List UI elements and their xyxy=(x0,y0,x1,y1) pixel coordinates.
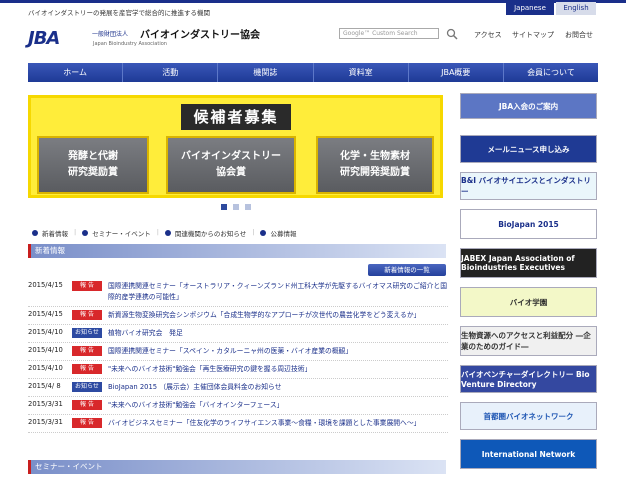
news-more-button[interactable]: 新着情報の一覧 xyxy=(368,264,446,276)
news-link[interactable]: BioJapan 2015 （展示会）主催団体会員料金のお知らせ xyxy=(108,382,448,393)
news-row[interactable]: 2015/4/ 8 お知らせ BioJapan 2015 （展示会）主催団体会員料金… xyxy=(28,379,448,397)
news-badge: お知らせ xyxy=(72,328,102,338)
news-link[interactable]: "未来へのバイオ技術"勉強会「バイオインターフェース」 xyxy=(108,400,448,411)
news-badge: お知らせ xyxy=(72,382,102,392)
news-row[interactable]: 2015/4/10 お知らせ 植物バイオ研究会 発足 xyxy=(28,325,448,343)
news-date: 2015/4/15 xyxy=(28,310,63,318)
award-banner[interactable]: 候補者募集 発酵と代謝 研究奨励賞 バイオインダストリー 協会賞 化学・生物素材… xyxy=(28,95,443,198)
tagline: バイオインダストリーの発展を産官学で総合的に推進する機関 xyxy=(28,9,210,17)
bullet-icon xyxy=(260,230,267,236)
news-row[interactable]: 2015/4/15 報 告新資源生物変換研究会シンポジウム「合成生物学的なアプロー… xyxy=(28,307,448,325)
award-bioindustry[interactable]: バイオインダストリー 協会賞 xyxy=(166,136,296,194)
award-fermentation[interactable]: 発酵と代謝 研究奨励賞 xyxy=(37,136,149,194)
sidebar-banner[interactable]: JBA入会のご案内 xyxy=(460,93,597,119)
jba-logo[interactable]: JBA xyxy=(28,28,60,49)
banner-title: 候補者募集 xyxy=(181,104,291,130)
org-name-en: Japan Bioindustry Association xyxy=(93,41,167,47)
news-badge: 報 告 xyxy=(72,281,102,291)
sidebar: JBA入会のご案内 メールニュース申し込み B&I バイオサイエンスとインダストリー… xyxy=(460,93,597,478)
nav-home[interactable]: ホーム xyxy=(28,63,124,82)
seminar-heading: セミナー・イベント xyxy=(28,460,446,474)
news-link[interactable]: 植物バイオ研究会 発足 xyxy=(108,328,448,339)
sidebar-banner[interactable]: International Network xyxy=(460,439,597,469)
news-row[interactable]: 2015/3/31 報 告バイオビジネスセミナー「住友化学のライフサイエンス事業～… xyxy=(28,415,448,433)
org-name: バイオインダストリー協会 xyxy=(140,30,260,41)
anchor-seminar[interactable]: セミナー・イベント xyxy=(82,228,151,238)
org-prefix: 一般財団法人 xyxy=(92,31,129,38)
carousel-dot[interactable] xyxy=(233,204,239,210)
news-link[interactable]: 国際連携関連セミナー「オーストラリア・クィーンズランド州工科大学が先駆するバイオ… xyxy=(108,281,448,303)
anchor-recruit[interactable]: 公募情報 xyxy=(260,228,296,238)
news-date: 2015/4/ 8 xyxy=(28,382,61,390)
page-anchors: 新着情報 | セミナー・イベント | 関連機関からのお知らせ | 公募情報 xyxy=(32,228,296,238)
contact-link[interactable]: お問合せ xyxy=(565,30,593,40)
news-date: 2015/4/10 xyxy=(28,364,63,372)
news-date: 2015/3/31 xyxy=(28,400,63,408)
sidebar-banner[interactable]: BioJapan 2015 xyxy=(460,209,597,239)
bullet-icon xyxy=(82,230,89,236)
sidebar-banner[interactable]: B&I バイオサイエンスとインダストリー xyxy=(460,172,597,200)
nav-library[interactable]: 資料室 xyxy=(314,63,409,82)
news-row[interactable]: 2015/4/10 報 告 "未来へのバイオ技術"勉強会「再生医療研究の鍵を握る周辺… xyxy=(28,361,448,379)
news-badge: 報 告 xyxy=(72,364,102,374)
news-list: 2015/4/15 報 告国際連携関連セミナー「オーストラリア・クィーンズランド州… xyxy=(28,278,448,433)
news-link[interactable]: 国際連携関連セミナー「スペイン・カタルーニャ州の医薬・バイオ産業の概観」 xyxy=(108,346,448,357)
news-link[interactable]: "未来へのバイオ技術"勉強会「再生医療研究の鍵を握る周辺技術」 xyxy=(108,364,448,375)
news-badge: 報 告 xyxy=(72,310,102,320)
bullet-icon xyxy=(32,230,38,236)
main-nav: ホーム 活動 機関誌 資料室 JBA概要 会員について xyxy=(28,63,598,82)
news-row[interactable]: 2015/3/31 報 告 "未来へのバイオ技術"勉強会「バイオインターフェース」 xyxy=(28,397,448,415)
sidebar-banner[interactable]: 生物資源へのアクセスと利益配分 ―企業のためのガイド― xyxy=(460,326,597,356)
news-link[interactable]: バイオビジネスセミナー「住友化学のライフサイエンス事業～食糧・環境を課題とした事… xyxy=(108,418,448,429)
news-date: 2015/3/31 xyxy=(28,418,63,426)
anchor-news[interactable]: 新着情報 xyxy=(32,228,68,238)
news-row[interactable]: 2015/4/15 報 告国際連携関連セミナー「オーストラリア・クィーンズランド州… xyxy=(28,278,448,307)
sidebar-banner[interactable]: 首都圏バイオネットワーク xyxy=(460,402,597,430)
search-icon[interactable] xyxy=(446,28,458,40)
nav-activities[interactable]: 活動 xyxy=(123,63,219,82)
access-link[interactable]: アクセス xyxy=(474,30,502,40)
news-link[interactable]: 新資源生物変換研究会シンポジウム「合成生物学的なアプローチが次世代の農芸化学をど… xyxy=(108,310,448,321)
sidebar-banner[interactable]: メールニュース申し込み xyxy=(460,135,597,163)
carousel-dot[interactable] xyxy=(221,204,227,210)
anchor-related[interactable]: 関連機関からのお知らせ xyxy=(164,228,246,238)
news-date: 2015/4/10 xyxy=(28,328,63,336)
sidebar-banner[interactable]: JABEX Japan Association of Bioindustries… xyxy=(460,248,597,278)
news-row[interactable]: 2015/4/10 報 告国際連携関連セミナー「スペイン・カタルーニャ州の医薬・バ… xyxy=(28,343,448,361)
sidebar-banner[interactable]: バイオベンチャーダイレクトリー Bio Venture Directory xyxy=(460,365,597,393)
news-heading: 新着情報 xyxy=(28,244,446,258)
sitemap-link[interactable]: サイトマップ xyxy=(512,30,554,40)
nav-journal[interactable]: 機関誌 xyxy=(218,63,314,82)
lang-english-button[interactable]: English xyxy=(556,2,596,15)
carousel-dots xyxy=(221,204,251,210)
news-date: 2015/4/15 xyxy=(28,281,63,289)
nav-membership[interactable]: 会員について xyxy=(504,63,598,82)
award-chemical[interactable]: 化学・生物素材 研究開発奨励賞 xyxy=(316,136,434,194)
news-badge: 報 告 xyxy=(72,346,102,356)
lang-japanese-button[interactable]: Japanese xyxy=(506,2,554,15)
news-date: 2015/4/10 xyxy=(28,346,63,354)
news-badge: 報 告 xyxy=(72,418,102,428)
nav-about[interactable]: JBA概要 xyxy=(409,63,504,82)
search-input[interactable]: Google™ Custom Search xyxy=(339,28,439,39)
news-badge: 報 告 xyxy=(72,400,102,410)
bullet-icon xyxy=(164,230,171,236)
carousel-dot[interactable] xyxy=(245,204,251,210)
sidebar-banner[interactable]: バイオ学園 xyxy=(460,287,597,317)
